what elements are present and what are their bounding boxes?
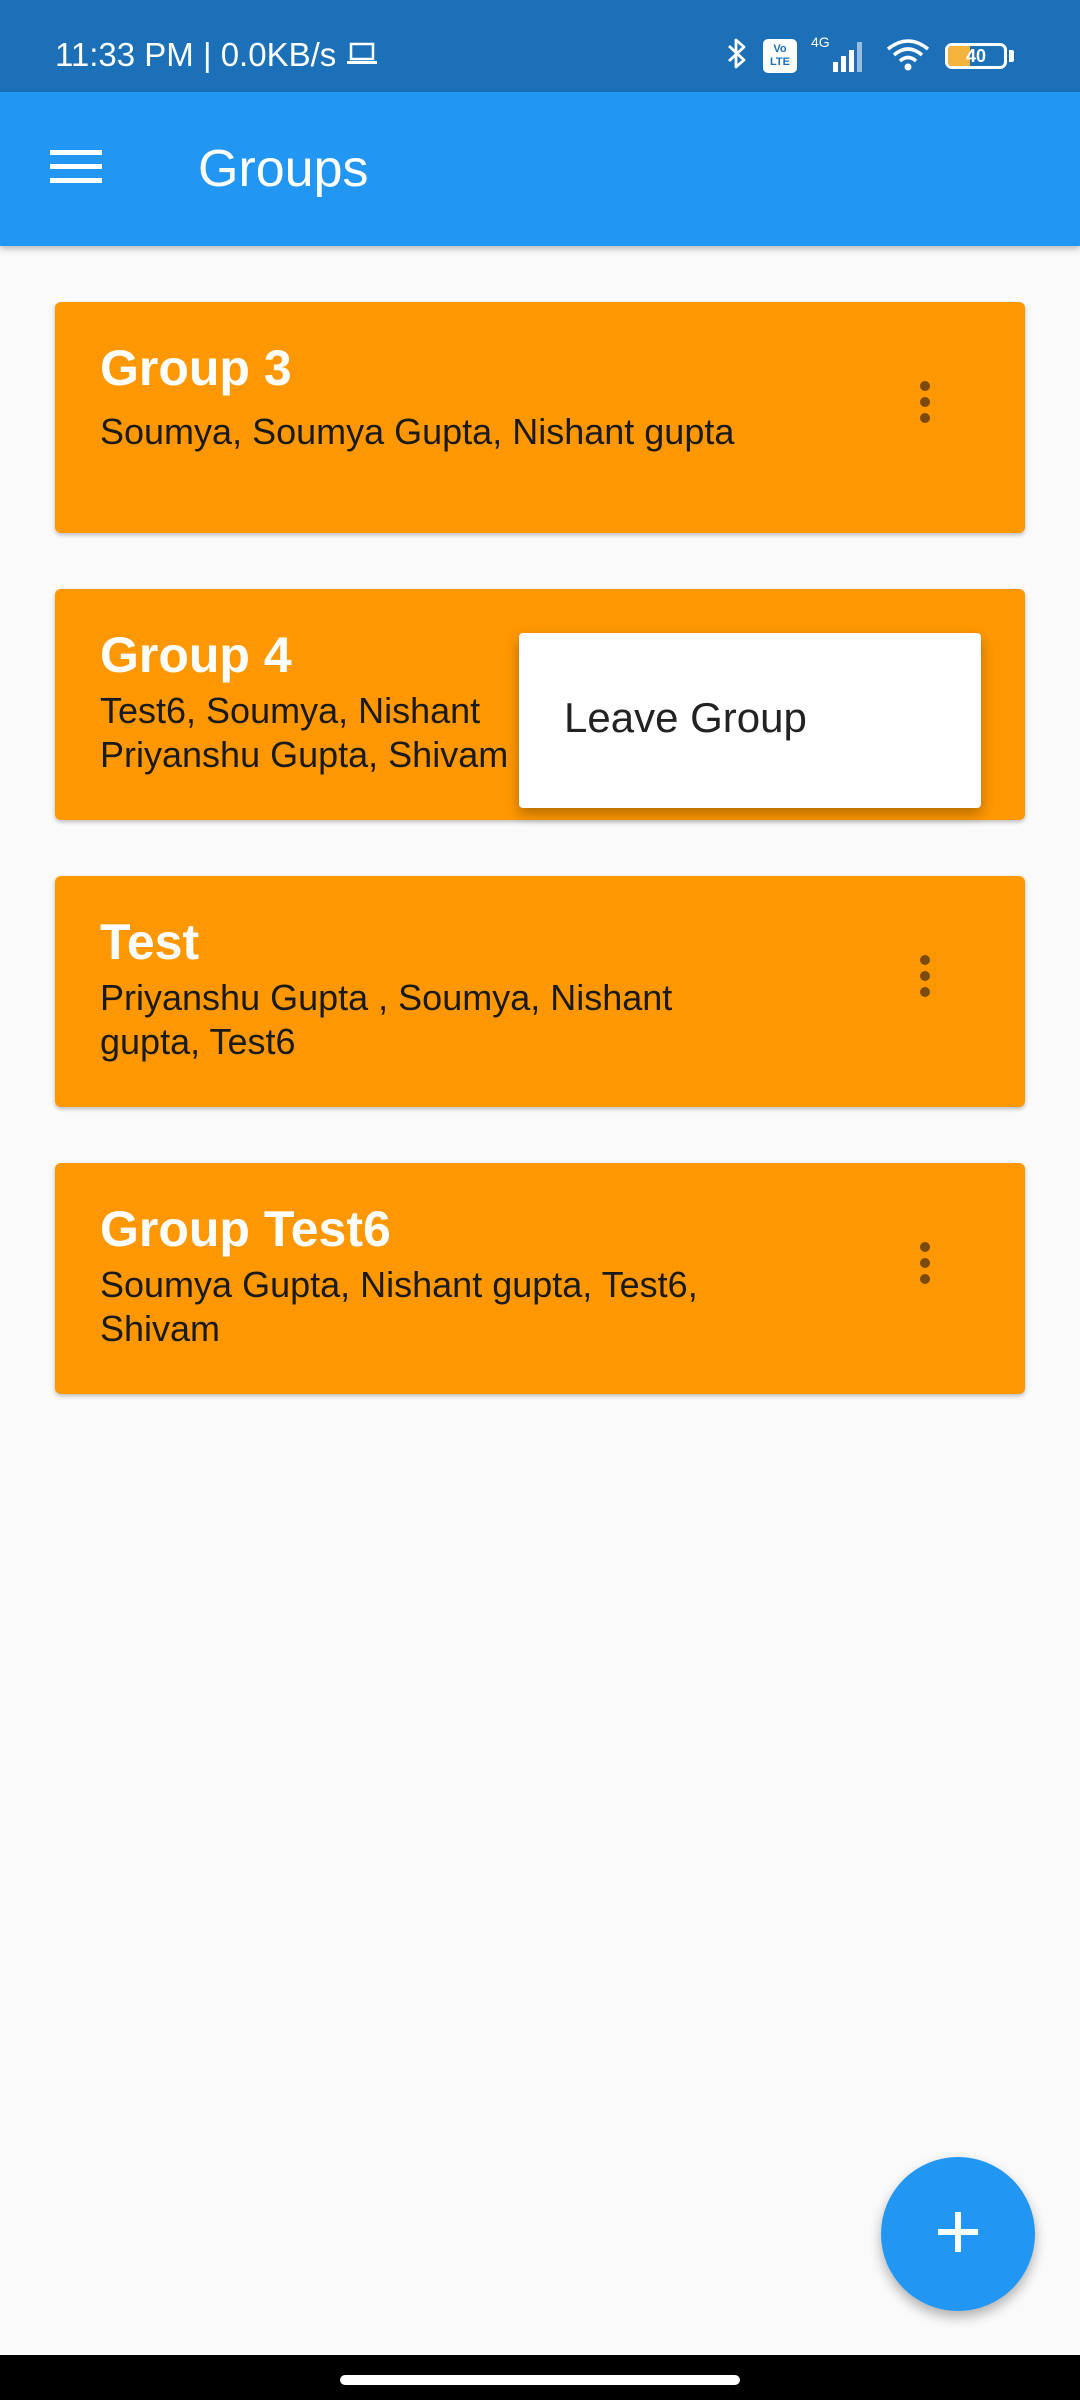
volte-icon: Vo LTE (763, 39, 797, 73)
more-vert-icon (920, 1242, 930, 1252)
volte-bottom-label: LTE (770, 56, 790, 68)
more-vert-icon (920, 955, 930, 965)
home-indicator[interactable] (340, 2375, 740, 2385)
more-vert-icon-dot (920, 1258, 930, 1268)
system-nav-bar (0, 2355, 1080, 2400)
group-name: Group 3 (100, 340, 292, 396)
app-bar: Groups (0, 92, 1080, 246)
group-card[interactable]: Group 3 Soumya, Soumya Gupta, Nishant gu… (55, 302, 1025, 533)
hamburger-icon (50, 147, 102, 192)
group-card[interactable]: Group Test6 Soumya Gupta, Nishant gupta,… (55, 1163, 1025, 1394)
leave-group-menu-item[interactable]: Leave Group (564, 693, 807, 743)
plus-icon (936, 2210, 980, 2259)
more-vert-icon-dot (920, 413, 930, 423)
more-vert-icon (920, 381, 930, 391)
add-group-button[interactable] (881, 2157, 1035, 2311)
bluetooth-icon (725, 36, 749, 77)
group-members: Soumya, Soumya Gupta, Nishant gupta (100, 411, 735, 452)
signal-icon: 4G (811, 34, 871, 74)
more-vert-icon-dot (920, 397, 930, 407)
battery-nub (1009, 50, 1014, 62)
more-vert-icon-dot (920, 987, 930, 997)
status-time: 11:33 PM | 0.0KB/s (55, 36, 337, 73)
status-icons: Vo LTE 4G 40 (725, 34, 1014, 77)
battery-icon: 40 (945, 43, 1007, 69)
page-title: Groups (198, 140, 369, 198)
volte-top-label: Vo (773, 43, 787, 55)
group-name: Group Test6 (100, 1201, 391, 1257)
group-name: Test (100, 914, 200, 970)
laptop-icon (346, 38, 378, 71)
group-members: Soumya Gupta, Nishant gupta, Test6, Shiv… (100, 1264, 698, 1349)
menu-button[interactable] (42, 137, 110, 201)
wifi-icon (885, 36, 931, 77)
group-list: Group 3 Soumya, Soumya Gupta, Nishant gu… (55, 302, 1025, 1450)
status-time-group: 11:33 PM | 0.0KB/s (55, 38, 378, 71)
status-bar: 11:33 PM | 0.0KB/s Vo LTE 4G 40 (0, 0, 1080, 92)
more-vert-icon-dot (920, 971, 930, 981)
more-options-button[interactable] (905, 1233, 945, 1293)
more-options-button[interactable] (905, 946, 945, 1006)
group-members: Priyanshu Gupta , Soumya, Nishant gupta,… (100, 977, 673, 1062)
popup-menu: Leave Group (519, 633, 981, 808)
more-options-button[interactable] (905, 372, 945, 432)
more-vert-icon-dot (920, 1274, 930, 1284)
group-card[interactable]: Test Priyanshu Gupta , Soumya, Nishant g… (55, 876, 1025, 1107)
group-name: Group 4 (100, 627, 292, 683)
battery-level: 40 (965, 46, 987, 66)
